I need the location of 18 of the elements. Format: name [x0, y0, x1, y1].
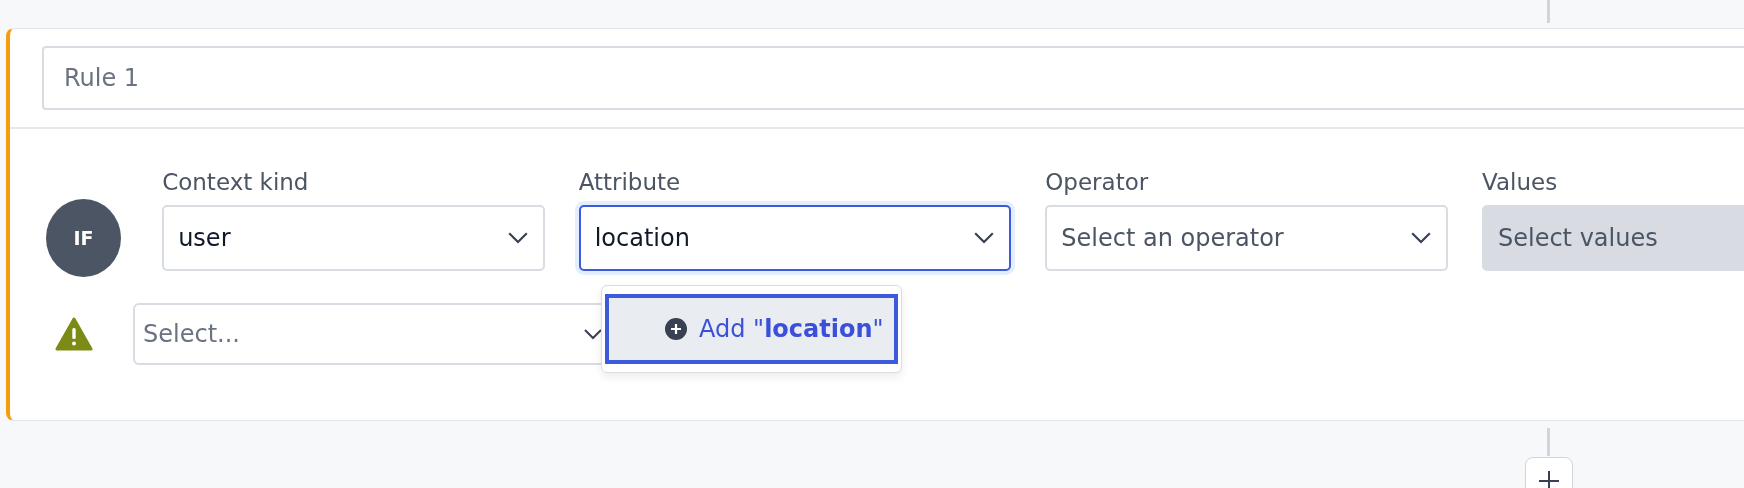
- add-option[interactable]: Add "location": [605, 294, 898, 364]
- option-label: Add "location": [699, 315, 884, 343]
- select-field[interactable]: Select an operator: [1045, 205, 1448, 271]
- field-label: Values: [1481, 169, 1559, 195]
- chevron-down-icon: [973, 231, 996, 245]
- values-field[interactable]: Select values: [1481, 205, 1744, 271]
- chevron-down-icon: [1409, 231, 1432, 245]
- plus-circle-icon: [665, 318, 687, 340]
- if-badge: IF: [46, 199, 122, 277]
- chevron-down-icon: [583, 328, 603, 340]
- warning-icon: [55, 317, 93, 351]
- select-field[interactable]: user: [162, 205, 545, 271]
- plus-icon: [1538, 470, 1560, 488]
- rule-name-field[interactable]: Rule 1: [42, 46, 1744, 110]
- chevron-down-icon: [506, 231, 529, 245]
- field-label: Operator: [1045, 169, 1150, 195]
- field-label: Attribute: [578, 169, 682, 195]
- field-label: Context kind: [162, 169, 310, 195]
